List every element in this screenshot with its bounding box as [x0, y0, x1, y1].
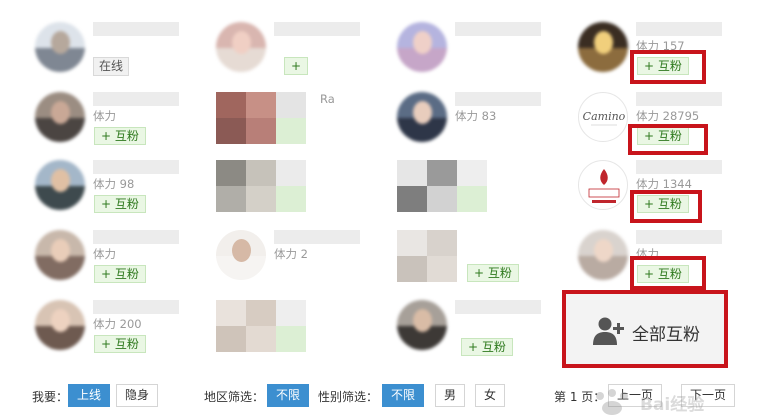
user-stat: 体力 157	[636, 39, 685, 53]
pixelated-avatar[interactable]	[397, 230, 457, 282]
user-stat: 体力 28795	[636, 109, 700, 123]
user-card: Camino 体力 28795 + 互粉	[578, 92, 748, 162]
follow-button[interactable]: + 互粉	[637, 57, 689, 75]
user-avatar[interactable]	[578, 22, 628, 72]
user-name-blurred	[455, 300, 541, 314]
watermark-text: Bai经验	[640, 395, 705, 415]
user-avatar[interactable]	[397, 92, 447, 142]
baidu-watermark: Bai经验	[590, 388, 730, 418]
follow-button[interactable]: + 互粉	[94, 265, 146, 283]
user-avatar[interactable]	[35, 300, 85, 350]
follow-button[interactable]: + 互粉	[637, 195, 689, 213]
user-name-blurred	[636, 22, 722, 36]
user-avatar[interactable]	[35, 92, 85, 142]
user-card: 体力 157 + 互粉	[578, 22, 748, 92]
user-card: + 互粉	[397, 230, 567, 300]
user-stat: 体力 1344	[636, 177, 692, 191]
user-card: 在线	[35, 22, 205, 92]
pixelated-avatar[interactable]	[216, 300, 336, 352]
user-stat: 体力 98	[93, 177, 135, 191]
user-stat: 体力	[636, 247, 659, 261]
follow-button[interactable]: + 互粉	[637, 265, 689, 283]
user-name-blurred	[93, 22, 179, 36]
gender-male-option[interactable]: 男	[435, 384, 466, 407]
follow-button[interactable]: + 互粉	[461, 338, 513, 356]
user-avatar[interactable]	[216, 22, 266, 72]
pixelated-avatar[interactable]	[216, 160, 336, 212]
follow-button[interactable]: + 互粉	[94, 127, 146, 145]
follow-all-label: 全部互粉	[632, 325, 700, 345]
user-name-blurred	[93, 92, 179, 106]
user-avatar[interactable]	[216, 230, 266, 280]
user-stat: 体力 200	[93, 317, 142, 331]
user-card: + 互粉	[397, 300, 567, 370]
user-name-blurred	[455, 22, 541, 36]
brand-logo-avatar[interactable]	[578, 160, 628, 210]
user-stat: 体力	[93, 109, 116, 123]
user-avatar[interactable]	[397, 300, 447, 350]
follow-all-button[interactable]: 全部互粉	[562, 290, 728, 368]
user-name-fragment: Ra	[320, 92, 335, 106]
user-name-blurred	[636, 230, 722, 244]
user-card: 体力 83	[397, 92, 567, 162]
brand-logo-avatar[interactable]: Camino	[578, 92, 628, 142]
user-add-icon	[593, 317, 624, 345]
status-invisible-option[interactable]: 隐身	[116, 384, 159, 407]
wine-shop-logo-icon	[588, 169, 620, 203]
user-name-blurred	[93, 230, 179, 244]
user-avatar[interactable]	[397, 22, 447, 72]
paw-icon	[596, 389, 628, 415]
user-stat: 体力	[93, 247, 116, 261]
gender-filter-label: 性别筛选：	[318, 390, 379, 404]
user-name-blurred	[274, 230, 360, 244]
user-avatar[interactable]	[578, 230, 628, 280]
user-card	[397, 160, 567, 230]
pixelated-avatar[interactable]	[397, 160, 517, 212]
user-avatar[interactable]	[35, 160, 85, 210]
follow-button[interactable]: + 互粉	[637, 127, 689, 145]
follow-button[interactable]: + 互粉	[94, 195, 146, 213]
user-card: 体力 1344 + 互粉	[578, 160, 748, 230]
gender-any-option[interactable]: 不限	[382, 384, 425, 407]
online-status-tag: 在线	[93, 57, 130, 76]
user-name-blurred	[636, 160, 722, 174]
user-name-blurred	[636, 92, 722, 106]
user-name-blurred	[93, 160, 179, 174]
svg-text:Camino: Camino	[583, 110, 626, 123]
user-card: 体力 200 + 互粉	[35, 300, 205, 370]
user-card	[397, 22, 567, 92]
user-name-blurred	[274, 22, 360, 36]
status-filter-label: 我要：	[32, 390, 69, 404]
pixelated-avatar[interactable]	[216, 92, 336, 144]
camino-logo-icon: Camino	[583, 110, 626, 126]
user-avatar[interactable]	[35, 230, 85, 280]
user-stat: 体力 2	[274, 247, 308, 261]
follow-button[interactable]: +	[284, 57, 309, 75]
user-card: 体力 98 + 互粉	[35, 160, 205, 230]
user-card: 体力 2	[216, 230, 386, 300]
user-card	[216, 160, 386, 230]
follow-button[interactable]: + 互粉	[467, 264, 519, 282]
user-card: +	[216, 22, 386, 92]
region-any-option[interactable]: 不限	[267, 384, 310, 407]
user-card: 体力 + 互粉	[35, 92, 205, 162]
gender-female-option[interactable]: 女	[475, 384, 506, 407]
user-name-blurred	[93, 300, 179, 314]
user-avatar[interactable]	[35, 22, 85, 72]
region-filter-label: 地区筛选：	[204, 390, 265, 404]
status-online-option[interactable]: 上线	[68, 384, 111, 407]
user-stat: 体力 83	[455, 109, 497, 123]
user-card: 体力 + 互粉	[35, 230, 205, 300]
user-card: Ra	[216, 92, 386, 162]
user-card	[216, 300, 386, 370]
user-name-blurred	[455, 92, 541, 106]
follow-button[interactable]: + 互粉	[94, 335, 146, 353]
